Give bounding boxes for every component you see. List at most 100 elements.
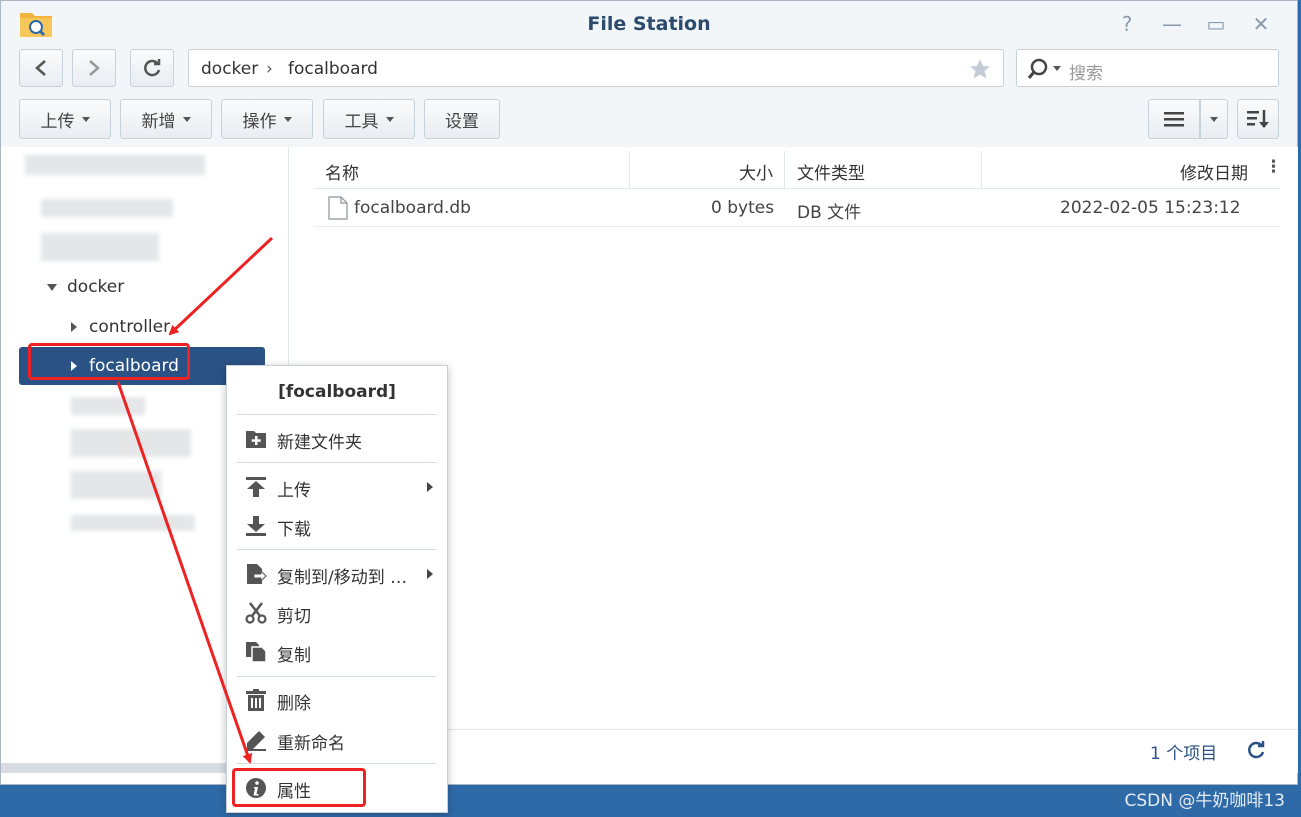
- submenu-arrow-icon: [427, 569, 433, 579]
- upload-label: 上传: [40, 111, 75, 132]
- menu-item-label: 新建文件夹: [277, 433, 362, 453]
- menu-item-label: 上传: [277, 481, 311, 501]
- file-name: focalboard.db: [354, 198, 471, 218]
- collapsed-triangle-icon[interactable]: [71, 322, 77, 332]
- tools-menu-button[interactable]: 工具: [323, 99, 415, 139]
- header-type[interactable]: 文件类型: [797, 159, 865, 184]
- file-size: 0 bytes: [711, 198, 775, 218]
- upload-icon: [246, 477, 266, 497]
- menu-item-label: 复制到/移动到 …: [277, 568, 408, 588]
- search-placeholder: 搜索: [1069, 64, 1103, 84]
- help-button[interactable]: ?: [1116, 13, 1138, 35]
- tree-item-docker-label: docker: [67, 277, 125, 297]
- menu-item-upload[interactable]: 上传: [237, 470, 437, 504]
- menu-item-label: 重新命名: [277, 734, 345, 754]
- caret-down-icon: [182, 116, 191, 122]
- forward-button[interactable]: [72, 49, 116, 87]
- action-menu-button[interactable]: 操作: [221, 99, 313, 139]
- blurred-tree-item: [71, 397, 145, 415]
- annotation-box-properties: [232, 768, 366, 807]
- view-mode-dropdown[interactable]: [1200, 99, 1228, 139]
- chevron-right-icon: [89, 60, 100, 76]
- caret-down-icon: [81, 116, 90, 122]
- refresh-icon: [144, 59, 161, 77]
- tree-item-controller[interactable]: controller: [71, 317, 170, 337]
- context-menu-title: [focalboard]: [278, 382, 396, 402]
- menu-item-download[interactable]: 下载: [237, 509, 437, 543]
- menu-item-new-folder[interactable]: 新建文件夹: [237, 422, 437, 456]
- sort-icon: [1247, 110, 1269, 128]
- column-options-icon[interactable]: ⋮: [1265, 157, 1282, 177]
- star-icon[interactable]: [969, 58, 991, 80]
- tree-item-docker[interactable]: docker: [47, 277, 124, 297]
- chevron-left-icon: [35, 60, 46, 76]
- blurred-tree-item: [25, 155, 205, 175]
- submenu-arrow-icon: [427, 482, 433, 492]
- list-view-icon: [1164, 112, 1184, 127]
- copy-move-icon: [247, 564, 267, 584]
- header-size[interactable]: 大小: [739, 159, 773, 184]
- menu-item-label: 剪切: [277, 607, 311, 627]
- refresh-button[interactable]: [130, 49, 174, 87]
- table-row[interactable]: focalboard.db 0 bytes DB 文件 2022-02-05 1…: [314, 189, 1280, 227]
- menu-item-rename[interactable]: 重新命名: [237, 723, 437, 757]
- caret-down-icon: [385, 116, 394, 122]
- annotation-box-focalboard: [28, 343, 190, 380]
- settings-button[interactable]: 设置: [424, 99, 500, 139]
- pencil-icon: [246, 731, 266, 751]
- search-icon: [1027, 58, 1048, 79]
- tools-label: 工具: [344, 111, 379, 132]
- header-modified[interactable]: 修改日期: [1180, 159, 1248, 184]
- column-divider[interactable]: [629, 151, 630, 189]
- minimize-button[interactable]: —: [1161, 13, 1183, 35]
- copy-icon: [246, 642, 267, 663]
- caret-down-icon: [1210, 116, 1218, 122]
- refresh-icon[interactable]: [1246, 740, 1266, 760]
- table-header: 名称 大小 文件类型 修改日期 ⋮: [314, 151, 1282, 189]
- breadcrumb-separator: ›: [266, 59, 273, 79]
- blurred-tree-item: [41, 233, 159, 261]
- blurred-tree-item: [71, 429, 191, 457]
- create-menu-button[interactable]: 新增: [120, 99, 212, 139]
- download-icon: [246, 516, 266, 536]
- menu-item-copy-move-to[interactable]: 复制到/移动到 …: [237, 557, 437, 591]
- column-divider[interactable]: [981, 151, 982, 189]
- tree-item-controller-label: controller: [89, 317, 171, 337]
- menu-item-delete[interactable]: 删除: [237, 683, 437, 717]
- menu-divider: [237, 676, 437, 677]
- scissors-icon: [245, 602, 267, 624]
- caret-down-icon: [283, 116, 292, 122]
- header-name[interactable]: 名称: [325, 159, 359, 184]
- column-divider[interactable]: [784, 151, 785, 189]
- menu-divider: [237, 549, 437, 550]
- watermark: CSDN @牛奶咖啡13: [1124, 791, 1285, 811]
- file-type: DB 文件: [797, 203, 862, 223]
- maximize-button[interactable]: ▭: [1205, 13, 1227, 35]
- menu-item-label: 复制: [277, 646, 311, 666]
- window-title: File Station: [587, 13, 711, 35]
- file-station-window: File Station ? — ▭ ✕ docker › focalboard…: [0, 0, 1298, 785]
- action-label: 操作: [242, 111, 277, 132]
- close-button[interactable]: ✕: [1250, 13, 1272, 35]
- sort-button[interactable]: [1237, 99, 1279, 139]
- expanded-triangle-icon[interactable]: [47, 283, 57, 291]
- address-bar[interactable]: docker › focalboard: [188, 49, 1004, 87]
- upload-menu-button[interactable]: 上传: [19, 99, 111, 139]
- view-mode-button[interactable]: [1148, 99, 1200, 139]
- search-options-caret-icon[interactable]: [1053, 66, 1061, 71]
- blurred-tree-item: [41, 199, 173, 217]
- breadcrumb-docker[interactable]: docker: [201, 59, 258, 79]
- title-bar: File Station ? — ▭ ✕: [1, 1, 1297, 47]
- menu-item-label: 下载: [277, 520, 311, 540]
- breadcrumb-focalboard[interactable]: focalboard: [288, 59, 378, 79]
- trash-icon: [246, 689, 266, 711]
- toolbar: docker › focalboard 搜索 上传 新增 操作 工具 设置: [1, 47, 1297, 147]
- back-button[interactable]: [19, 49, 63, 87]
- menu-item-copy[interactable]: 复制: [237, 635, 437, 669]
- context-menu: [focalboard] 新建文件夹 上传 下载 复制到/移动到 … 剪切 复制…: [226, 365, 448, 813]
- settings-label: 设置: [445, 111, 479, 132]
- file-icon: [328, 196, 348, 220]
- menu-item-cut[interactable]: 剪切: [237, 596, 437, 630]
- menu-item-label: 删除: [277, 694, 311, 714]
- search-box[interactable]: 搜索: [1016, 49, 1279, 87]
